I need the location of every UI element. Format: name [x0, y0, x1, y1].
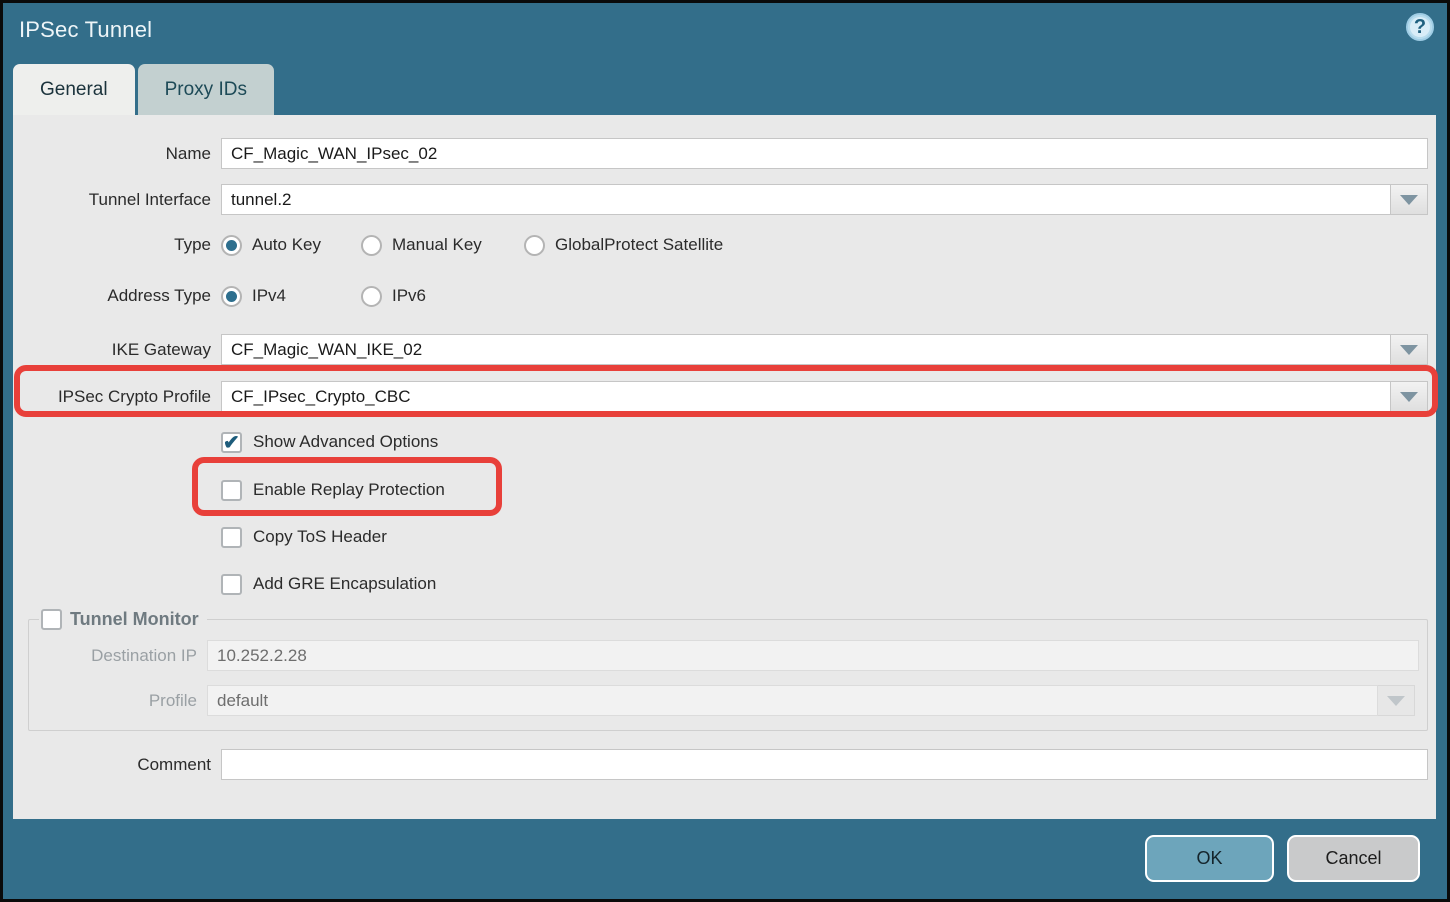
tunnel-interface-label: Tunnel Interface [13, 190, 211, 210]
type-option-auto-key[interactable]: Auto Key [221, 235, 361, 256]
ipsec-crypto-profile-input[interactable] [221, 381, 1391, 412]
tunnel-monitor-legend: Tunnel Monitor [39, 609, 207, 630]
general-tab-panel: Name Tunnel Interface Type Auto Key [13, 115, 1436, 819]
copy-tos-header-checkbox[interactable] [221, 527, 242, 548]
tab-proxy-ids[interactable]: Proxy IDs [138, 64, 274, 115]
ipsec-crypto-profile-dropdown-button[interactable] [1391, 381, 1428, 412]
dialog-title: IPSec Tunnel [19, 17, 152, 43]
name-label: Name [13, 144, 211, 164]
chevron-down-icon [1400, 392, 1418, 402]
show-advanced-options-row[interactable]: Show Advanced Options [13, 429, 1436, 455]
profile-row: Profile [29, 685, 1427, 716]
copy-tos-header-row[interactable]: Copy ToS Header [13, 524, 1436, 550]
ipv6-radio[interactable] [361, 286, 382, 307]
add-gre-encapsulation-row[interactable]: Add GRE Encapsulation [13, 571, 1436, 597]
address-type-row: Address Type IPv4 IPv6 [13, 283, 1436, 309]
profile-label: Profile [29, 691, 197, 711]
help-icon[interactable]: ? [1406, 13, 1434, 41]
type-label: Type [13, 235, 211, 255]
address-type-label: Address Type [13, 286, 211, 306]
type-option-globalprotect-satellite[interactable]: GlobalProtect Satellite [524, 235, 723, 256]
ok-button[interactable]: OK [1145, 835, 1274, 882]
ipsec-tunnel-dialog: IPSec Tunnel ? General Proxy IDs Name Tu… [0, 0, 1450, 902]
address-type-option-ipv6[interactable]: IPv6 [361, 286, 426, 307]
manual-key-radio[interactable] [361, 235, 382, 256]
show-advanced-options-checkbox[interactable] [221, 432, 242, 453]
profile-dropdown-button [1378, 685, 1415, 716]
ipv4-radio[interactable] [221, 286, 242, 307]
globalprotect-satellite-radio[interactable] [524, 235, 545, 256]
chevron-down-icon [1400, 195, 1418, 205]
enable-replay-protection-checkbox[interactable] [221, 480, 242, 501]
tunnel-interface-input[interactable] [221, 184, 1391, 215]
chevron-down-icon [1387, 696, 1405, 706]
destination-ip-row: Destination IP [29, 640, 1427, 671]
comment-row: Comment [13, 749, 1436, 780]
cancel-button[interactable]: Cancel [1287, 835, 1420, 882]
tunnel-interface-row: Tunnel Interface [13, 184, 1436, 215]
comment-label: Comment [13, 755, 211, 775]
tunnel-monitor-fieldset: Tunnel Monitor Destination IP Profile [28, 609, 1428, 731]
destination-ip-input [207, 640, 1419, 671]
chevron-down-icon [1400, 345, 1418, 355]
tunnel-interface-dropdown-button[interactable] [1391, 184, 1428, 215]
ike-gateway-row: IKE Gateway [13, 334, 1436, 365]
profile-input [207, 685, 1378, 716]
destination-ip-label: Destination IP [29, 646, 197, 666]
name-row: Name [13, 138, 1436, 169]
dialog-titlebar: IPSec Tunnel ? [3, 3, 1447, 64]
tunnel-monitor-checkbox[interactable] [41, 609, 62, 630]
comment-input[interactable] [221, 749, 1428, 780]
type-option-manual-key[interactable]: Manual Key [361, 235, 524, 256]
ike-gateway-input[interactable] [221, 334, 1391, 365]
address-type-option-ipv4[interactable]: IPv4 [221, 286, 361, 307]
ike-gateway-dropdown-button[interactable] [1391, 334, 1428, 365]
ipsec-crypto-profile-row: IPSec Crypto Profile [13, 381, 1436, 412]
name-input[interactable] [221, 138, 1428, 169]
ike-gateway-label: IKE Gateway [13, 340, 211, 360]
tab-general[interactable]: General [13, 64, 135, 115]
add-gre-encapsulation-checkbox[interactable] [221, 574, 242, 595]
type-row: Type Auto Key Manual Key GlobalProtect S… [13, 232, 1436, 258]
auto-key-radio[interactable] [221, 235, 242, 256]
enable-replay-protection-row[interactable]: Enable Replay Protection [13, 477, 1436, 503]
ipsec-crypto-profile-label: IPSec Crypto Profile [13, 387, 211, 407]
tab-bar: General Proxy IDs [13, 64, 274, 115]
